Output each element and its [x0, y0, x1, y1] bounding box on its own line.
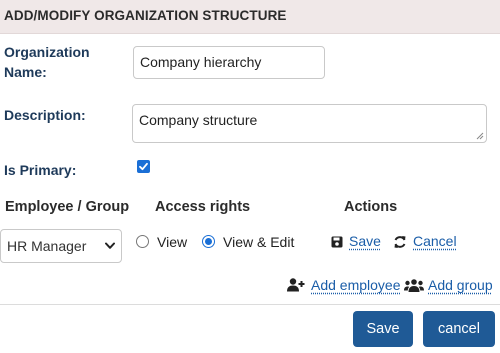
- org-name-label: Organization Name:: [4, 42, 90, 82]
- add-user-icon[interactable]: [287, 278, 305, 292]
- employee-group-selected-value: HR Manager: [7, 238, 87, 254]
- row-cancel-link[interactable]: Cancel: [413, 233, 457, 249]
- column-header-employee-group: Employee / Group: [5, 199, 130, 215]
- check-icon: [139, 162, 148, 171]
- cancel-button[interactable]: cancel: [423, 311, 495, 347]
- column-header-actions: Actions: [344, 199, 398, 215]
- access-radio-view-label: View: [157, 234, 188, 250]
- description-value: Company structure: [139, 112, 258, 128]
- page-header: ADD/MODIFY ORGANIZATION STRUCTURE: [0, 0, 500, 34]
- org-name-value: Company hierarchy: [140, 54, 262, 70]
- resize-grip-icon[interactable]: [476, 132, 484, 140]
- employee-group-select[interactable]: HR Manager: [0, 229, 122, 263]
- page-title: ADD/MODIFY ORGANIZATION STRUCTURE: [4, 8, 287, 23]
- add-group-link[interactable]: Add group: [428, 277, 493, 293]
- save-button[interactable]: Save: [353, 311, 413, 347]
- is-primary-checkbox[interactable]: [137, 160, 150, 173]
- users-icon[interactable]: [404, 279, 424, 292]
- access-radio-view-edit[interactable]: [202, 235, 215, 248]
- add-employee-link[interactable]: Add employee: [311, 277, 401, 293]
- refresh-icon[interactable]: [393, 235, 407, 249]
- is-primary-label: Is Primary:: [4, 162, 77, 178]
- access-radio-view[interactable]: [136, 235, 149, 248]
- org-name-label-line1: Organization: [4, 44, 90, 60]
- row-save-link[interactable]: Save: [349, 233, 381, 249]
- column-header-access-rights: Access rights: [155, 199, 251, 215]
- footer-divider: [0, 304, 500, 305]
- access-radio-view-edit-label: View & Edit: [223, 234, 295, 250]
- description-textarea[interactable]: Company structure: [132, 104, 487, 143]
- description-label: Description:: [4, 107, 86, 123]
- chevron-down-icon: [105, 242, 115, 249]
- org-name-input[interactable]: Company hierarchy: [133, 46, 325, 79]
- save-icon[interactable]: [331, 236, 343, 248]
- org-name-label-line2: Name:: [4, 64, 47, 80]
